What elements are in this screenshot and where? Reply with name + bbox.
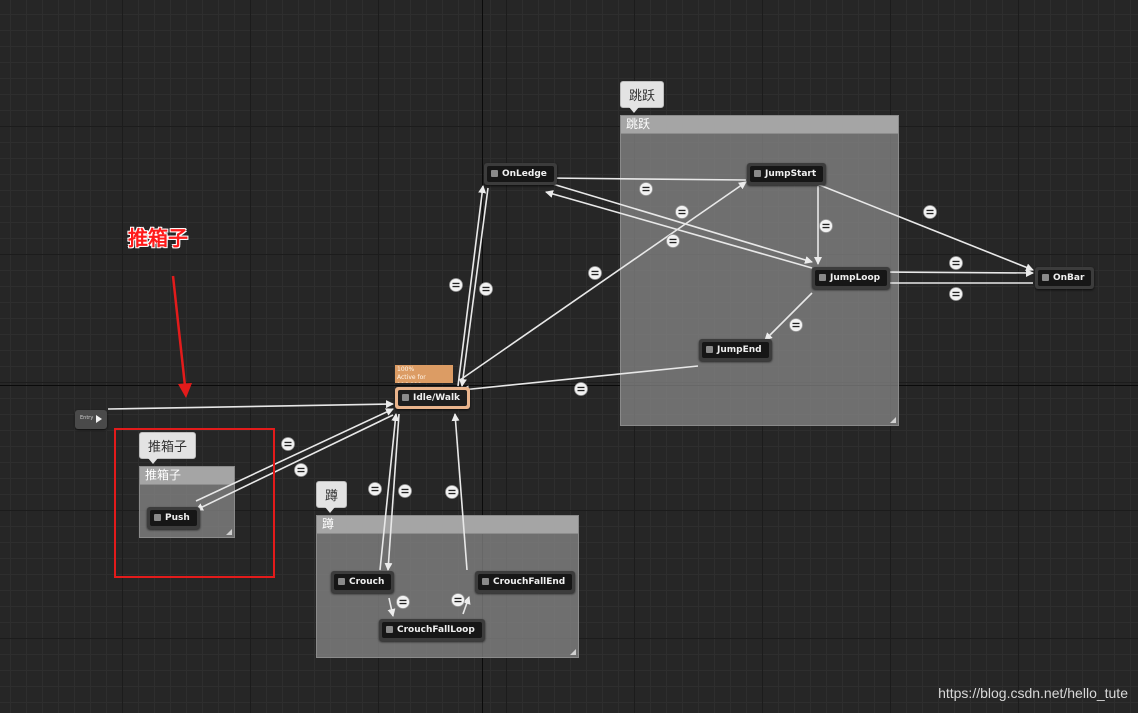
state-machine-graph-canvas[interactable]: 跳跃 跳跃 推箱子 推箱子 蹲 蹲 Entry 100% Active for … — [0, 0, 1138, 713]
watermark-text: https://blog.csdn.net/hello_tute — [938, 685, 1128, 701]
annotation-arrow-icon — [171, 275, 192, 398]
